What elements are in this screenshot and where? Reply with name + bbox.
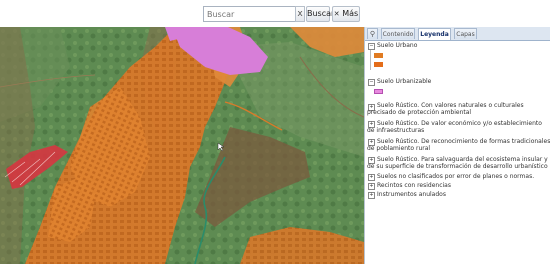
top-toolbar: x Buscar ✕ Más <box>0 0 550 27</box>
search-button[interactable]: Buscar <box>306 6 334 22</box>
collapse-toggle[interactable]: − <box>368 79 375 86</box>
legend-swatch-urbano-1 <box>374 53 383 58</box>
more-button-label: Más <box>342 9 359 18</box>
map-view[interactable] <box>0 27 364 264</box>
tab-capas[interactable]: Capas <box>454 28 477 39</box>
side-panel: ⚲ Contenido Leyenda Capas − Suelo Urbano… <box>364 27 550 264</box>
tab-bar: ⚲ Contenido Leyenda Capas <box>365 27 550 41</box>
tree-line <box>370 50 371 70</box>
legend-item-anulados: Instrumentos anulados <box>377 191 446 198</box>
legend-item-recintos: Recintos con residencias <box>377 182 451 189</box>
legend-swatch-urbano-2 <box>374 62 383 67</box>
search-input[interactable] <box>203 6 296 22</box>
legend-item-rustico-salvaguarda: Suelo Rústico. Para salvaguarda del ecos… <box>367 156 548 170</box>
legend-panel: − Suelo Urbano − Suelo Urbanizable + Sue… <box>365 41 550 264</box>
collapse-toggle[interactable]: − <box>368 43 375 50</box>
map-canvas[interactable] <box>0 27 364 264</box>
search-icon: ⚲ <box>369 30 376 38</box>
tab-search[interactable]: ⚲ <box>367 28 378 39</box>
legend-item-no-clasificados: Suelos no clasificados por error de plan… <box>377 173 535 180</box>
legend-item-suelo-urbanizable: Suelo Urbanizable <box>377 78 432 85</box>
legend-swatch-urbanizable <box>374 89 383 94</box>
legend-item-suelo-urbano: Suelo Urbano <box>377 42 418 49</box>
expand-toggle[interactable]: + <box>368 183 375 190</box>
tab-leyenda[interactable]: Leyenda <box>418 28 451 40</box>
legend-item-rustico-poblamiento: Suelo Rústico. De reconocimiento de form… <box>367 138 550 152</box>
clear-search-button[interactable]: x <box>295 6 305 22</box>
tab-contenido[interactable]: Contenido <box>381 28 415 39</box>
more-button[interactable]: ✕ Más <box>332 6 360 22</box>
legend-item-rustico-economico: Suelo Rústico. De valor económico y/o es… <box>367 120 542 134</box>
cross-icon: ✕ <box>333 10 340 18</box>
expand-toggle[interactable]: + <box>368 192 375 199</box>
expand-toggle[interactable]: + <box>368 174 375 181</box>
legend-item-rustico-proteccion: Suelo Rústico. Con valores naturales o c… <box>367 102 524 116</box>
